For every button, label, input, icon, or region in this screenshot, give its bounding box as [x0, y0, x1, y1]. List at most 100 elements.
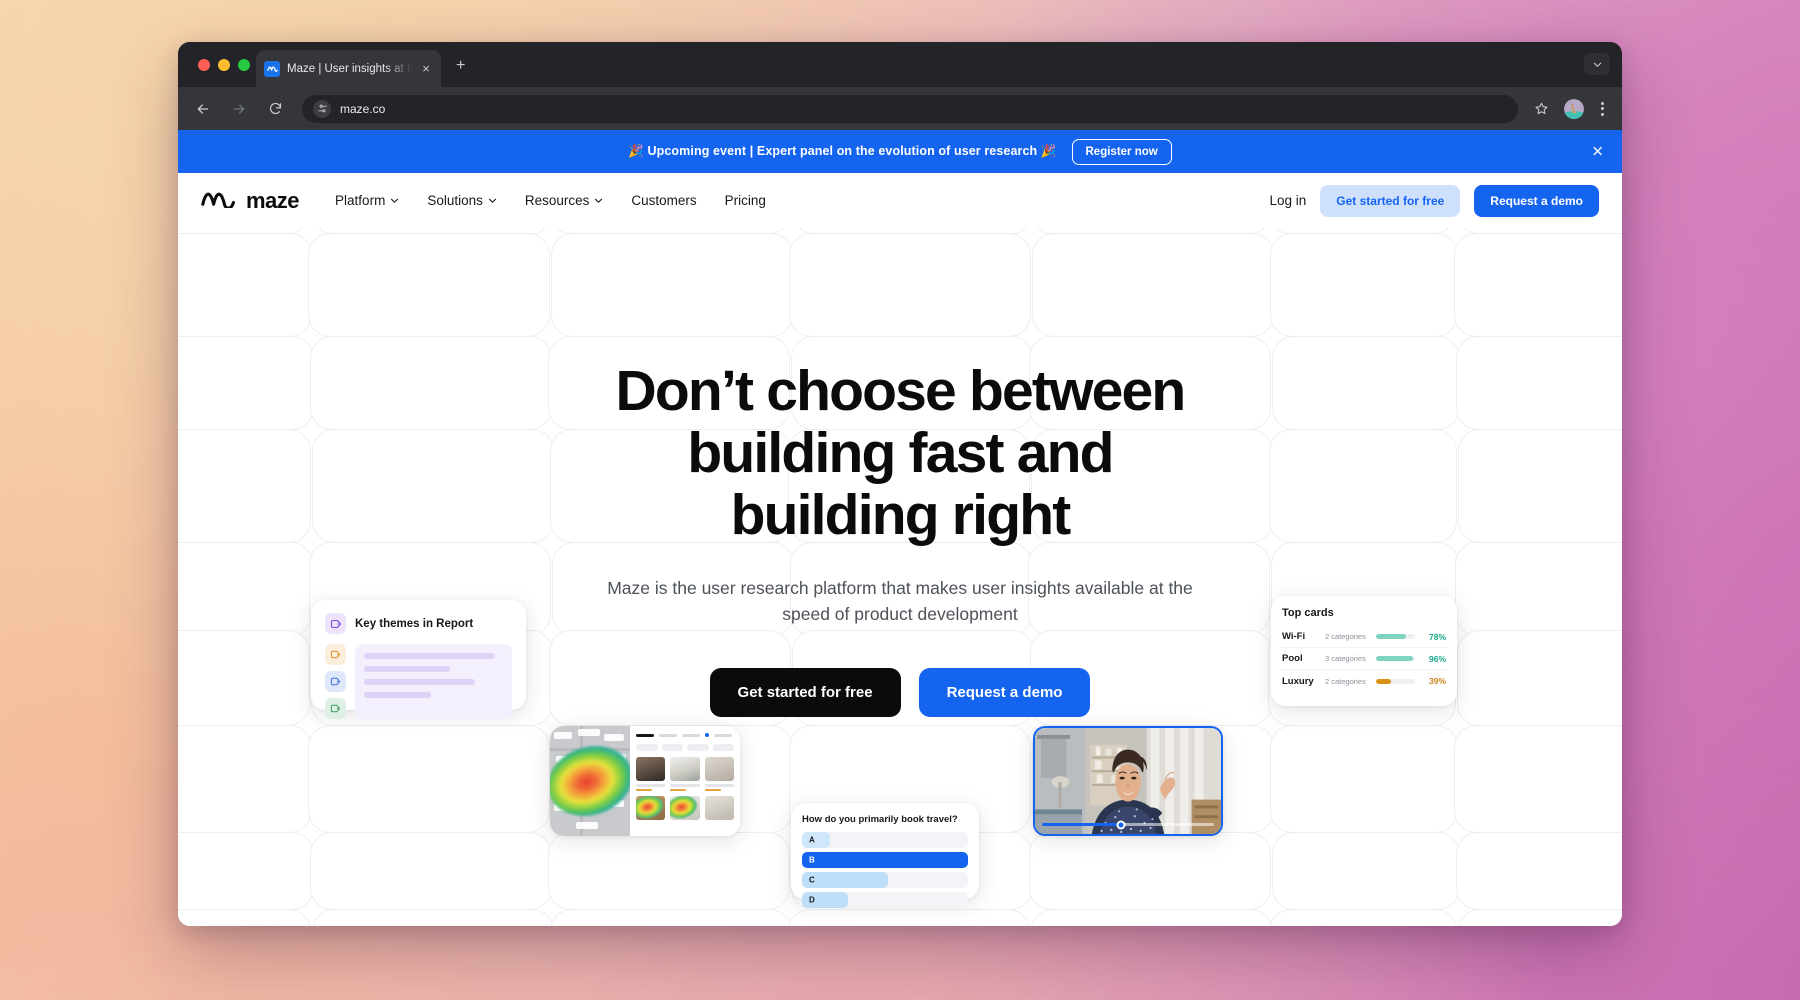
maze-logo[interactable]: maze	[201, 187, 300, 214]
window-controls	[198, 59, 250, 71]
top-card-progress-track	[1376, 656, 1415, 661]
listing-preview	[630, 726, 740, 836]
key-themes-card[interactable]: Key themes in Report	[311, 600, 526, 719]
hero-subtitle: Maze is the user research platform that …	[607, 578, 1193, 624]
tag-icon-orange[interactable]	[325, 644, 346, 665]
tab-title: Maze | User insights at the sp	[287, 62, 412, 75]
hero-get-started-button[interactable]: Get started for free	[709, 668, 901, 717]
poll-options: ABCD	[802, 832, 968, 908]
top-card-name: Wi-Fi	[1282, 631, 1306, 642]
page-title: Don’t choose between building fast and b…	[178, 360, 1622, 546]
headline-line-2: building fast and	[687, 421, 1114, 486]
headline-line-1: Don’t choose between	[615, 359, 1187, 423]
poll-question: How do you primarily book travel?	[802, 814, 958, 825]
top-card-progress-track	[1376, 678, 1415, 684]
browser-toolbar: maze.co	[178, 87, 1622, 130]
poll-option-label: C	[809, 875, 815, 885]
site-navigation: maze Platform Solutions Resources Custom…	[178, 173, 1622, 228]
reload-button[interactable]	[262, 96, 288, 122]
get-started-button[interactable]: Get started for free	[1320, 184, 1461, 217]
nav-label: Solutions	[427, 193, 483, 208]
placeholder-line	[364, 679, 476, 685]
forward-button[interactable]	[226, 96, 252, 122]
chevron-down-icon	[595, 198, 603, 203]
top-cards-title: Top cards	[1282, 607, 1334, 619]
close-tab-button[interactable]: ×	[419, 62, 433, 75]
announcement-text: 🎉 Upcoming event | Expert panel on the e…	[628, 144, 1057, 158]
url-text: maze.co	[340, 101, 386, 116]
nav-item-solutions[interactable]: Solutions	[427, 193, 497, 208]
top-card-percent: 39%	[1428, 676, 1446, 686]
register-now-button[interactable]: Register now	[1071, 138, 1172, 165]
top-card-name: Pool	[1282, 653, 1303, 664]
nav-label: Platform	[335, 193, 386, 208]
bookmark-star-icon[interactable]	[1528, 96, 1554, 122]
heatmap-card[interactable]	[550, 726, 740, 836]
poll-option-label: B	[809, 855, 815, 865]
top-card-categories: 2 categories	[1325, 632, 1366, 641]
map-heatmap	[550, 726, 630, 836]
poll-option-fill	[802, 832, 831, 848]
poll-option-row[interactable]: D	[802, 892, 968, 908]
theme-tag-list	[325, 644, 346, 719]
top-card-row: Pool 3 categories 96%	[1282, 648, 1446, 670]
poll-option-row[interactable]: C	[802, 872, 968, 888]
top-card-percent: 96%	[1428, 653, 1446, 664]
top-card-row: Wi-Fi 2 categories 78%	[1282, 626, 1446, 648]
site-settings-icon[interactable]	[313, 99, 331, 118]
nav-actions: Log in Get started for free Request a de…	[1269, 184, 1599, 217]
hero-section: Don’t choose between building fast and b…	[178, 228, 1622, 926]
video-frame	[1035, 728, 1221, 834]
nav-item-pricing[interactable]: Pricing	[725, 193, 766, 208]
nav-item-resources[interactable]: Resources	[525, 193, 604, 208]
key-themes-title: Key themes in Report	[355, 617, 474, 630]
nav-item-customers[interactable]: Customers	[631, 193, 696, 208]
new-tab-button[interactable]: +	[456, 58, 465, 74]
browser-window: Maze | User insights at the sp × +	[178, 42, 1622, 926]
minimize-window-button[interactable]	[218, 59, 230, 71]
placeholder-line	[364, 692, 431, 698]
browser-tab[interactable]: Maze | User insights at the sp ×	[256, 50, 441, 87]
tag-icon-green[interactable]	[325, 698, 346, 719]
chevron-down-icon	[488, 198, 496, 203]
top-card-categories: 3 categories	[1325, 654, 1366, 663]
close-banner-button[interactable]: ✕	[1591, 144, 1604, 159]
tag-icon-blue[interactable]	[325, 671, 346, 692]
address-bar[interactable]: maze.co	[302, 94, 1518, 123]
video-card[interactable]	[1033, 726, 1223, 836]
maze-logo-icon	[201, 188, 237, 213]
maximize-window-button[interactable]	[238, 59, 250, 71]
close-window-button[interactable]	[198, 59, 210, 71]
top-cards-panel[interactable]: Top cards Wi-Fi 2 categories 78% Pool 3 cate…	[1271, 596, 1457, 706]
profile-avatar[interactable]	[1564, 98, 1584, 119]
tab-search-button[interactable]	[1584, 53, 1610, 75]
web-page: 🎉 Upcoming event | Expert panel on the e…	[178, 130, 1622, 926]
top-card-categories: 2 categories	[1325, 676, 1366, 686]
poll-option-row[interactable]: B	[802, 852, 968, 868]
back-button[interactable]	[190, 96, 216, 122]
placeholder-line	[364, 666, 451, 672]
chevron-down-icon	[391, 198, 399, 203]
hero-request-demo-button[interactable]: Request a demo	[918, 668, 1091, 717]
poll-option-row[interactable]: A	[802, 832, 968, 848]
maze-wordmark: maze	[246, 187, 300, 213]
poll-option-label: D	[809, 895, 815, 905]
login-link[interactable]: Log in	[1269, 193, 1306, 208]
nav-links: Platform Solutions Resources Customers P…	[335, 193, 766, 208]
nav-item-platform[interactable]: Platform	[335, 193, 399, 208]
theme-placeholder-lines	[355, 644, 512, 719]
tab-strip: Maze | User insights at the sp × +	[178, 42, 1622, 87]
browser-menu-button[interactable]	[1594, 101, 1610, 116]
top-card-name: Luxury	[1282, 675, 1314, 687]
maze-favicon-icon	[264, 60, 280, 77]
tag-icon-purple	[325, 613, 346, 634]
top-card-percent: 78%	[1428, 631, 1446, 642]
video-progress-scrubber[interactable]	[1042, 820, 1214, 829]
request-demo-button[interactable]: Request a demo	[1474, 184, 1599, 217]
placeholder-line	[364, 653, 495, 659]
top-cards-list: Wi-Fi 2 categories 78% Pool 3 categories 96% L…	[1282, 626, 1446, 692]
poll-card[interactable]: How do you primarily book travel? ABCD	[791, 803, 979, 908]
headline-line-3: building right	[730, 483, 1072, 548]
nav-label: Resources	[524, 193, 590, 208]
poll-option-label: A	[809, 835, 815, 845]
